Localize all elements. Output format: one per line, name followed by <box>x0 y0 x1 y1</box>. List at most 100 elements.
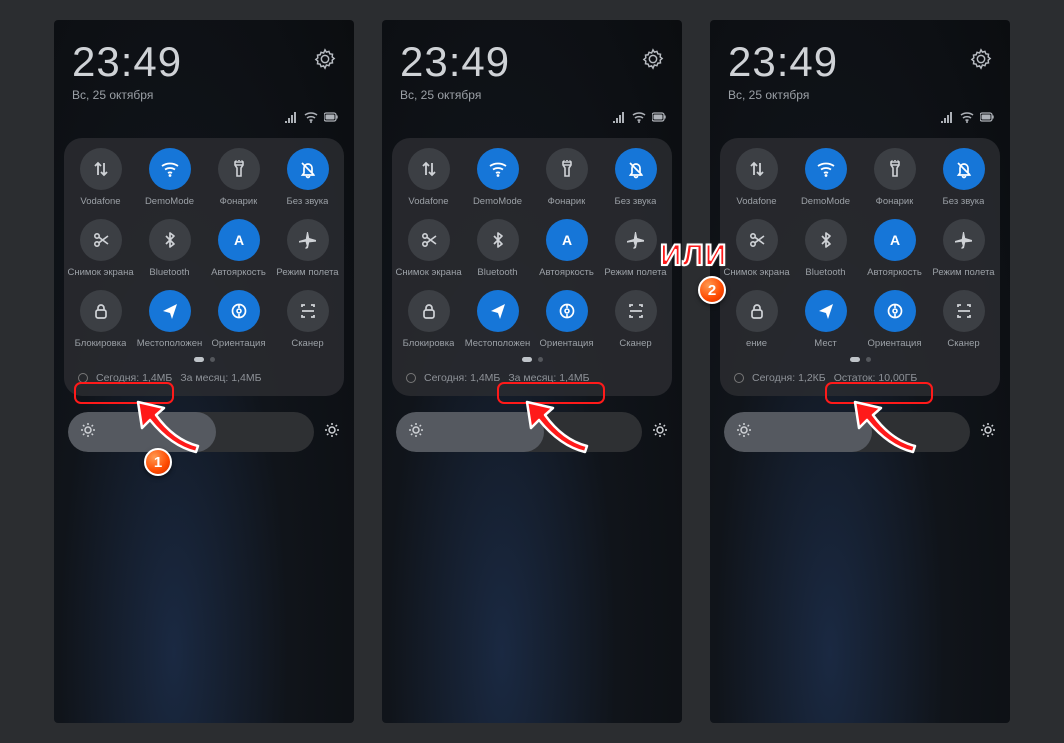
qs-tile-label: DemoMode <box>473 196 522 207</box>
settings-gear-icon[interactable] <box>642 48 664 75</box>
rotate-icon <box>874 290 916 332</box>
data-arrows-icon <box>408 148 450 190</box>
bell-off-icon <box>615 148 657 190</box>
settings-gear-icon[interactable] <box>970 48 992 75</box>
auto-a-icon <box>874 219 916 261</box>
wifi-status-icon <box>632 110 646 128</box>
qs-tile-label: Фонарик <box>876 196 914 207</box>
qs-tile-data-arrows[interactable]: Vodafone <box>394 148 463 207</box>
qs-tile-flashlight[interactable]: Фонарик <box>204 148 273 207</box>
qs-tile-lock[interactable]: ение <box>722 290 791 349</box>
qs-tile-label: Без звука <box>615 196 657 207</box>
clock-time: 23:49 <box>400 38 642 86</box>
data-usage-row[interactable]: Сегодня: 1,4МБ За месяц: 1,4МБ <box>66 362 342 384</box>
brightness-slider[interactable] <box>396 412 642 452</box>
qs-tile-label: Vodafone <box>80 196 120 207</box>
signal-icon <box>612 110 626 128</box>
clock-date: Вс, 25 октября <box>728 88 970 102</box>
qs-tile-bell-off[interactable]: Без звука <box>273 148 342 207</box>
bluetooth-icon <box>477 219 519 261</box>
data-usage-today: Сегодня: 1,2КБ <box>752 372 826 384</box>
data-usage-today: Сегодня: 1,4МБ <box>96 372 172 384</box>
lock-icon <box>80 290 122 332</box>
qs-tile-flashlight[interactable]: Фонарик <box>532 148 601 207</box>
qs-tile-label: Мест <box>814 338 836 349</box>
airplane-icon <box>287 219 329 261</box>
bell-off-icon <box>943 148 985 190</box>
qs-tile-label: Снимок экрана <box>396 267 462 278</box>
qs-tile-bluetooth[interactable]: Bluetooth <box>791 219 860 278</box>
status-bar <box>54 108 354 134</box>
qs-tile-label: Блокировка <box>75 338 127 349</box>
qs-tile-bluetooth[interactable]: Bluetooth <box>135 219 204 278</box>
data-usage-row[interactable]: Сегодня: 1,2КБ Остаток: 10,00ГБ <box>722 362 998 384</box>
qs-tile-location[interactable]: Местоположен <box>135 290 204 349</box>
auto-a-icon <box>218 219 260 261</box>
qs-tile-label: Снимок экрана <box>68 267 134 278</box>
quick-settings-panel: Vodafone DemoMode Фонарик Без звука Сним… <box>392 138 672 396</box>
qs-tile-label: Местоположен <box>137 338 203 349</box>
qs-tile-auto-a[interactable]: Автояркость <box>860 219 929 278</box>
qs-tile-label: Vodafone <box>736 196 776 207</box>
airplane-icon <box>615 219 657 261</box>
qs-tile-label: Ориентация <box>540 338 594 349</box>
qs-tile-label: Без звука <box>943 196 985 207</box>
flashlight-icon <box>874 148 916 190</box>
qs-tile-rotate[interactable]: Ориентация <box>860 290 929 349</box>
rotate-icon <box>546 290 588 332</box>
qs-tile-data-arrows[interactable]: Vodafone <box>66 148 135 207</box>
lock-icon <box>736 290 778 332</box>
qs-tile-scissors[interactable]: Снимок экрана <box>722 219 791 278</box>
wifi-icon <box>477 148 519 190</box>
qs-tile-auto-a[interactable]: Автояркость <box>204 219 273 278</box>
qs-tile-label: Сканер <box>619 338 651 349</box>
qs-tile-label: DemoMode <box>145 196 194 207</box>
auto-brightness-icon[interactable] <box>324 422 340 443</box>
brightness-slider[interactable] <box>68 412 314 452</box>
qs-tile-rotate[interactable]: Ориентация <box>532 290 601 349</box>
qs-tile-lock[interactable]: Блокировка <box>66 290 135 349</box>
qs-tile-auto-a[interactable]: Автояркость <box>532 219 601 278</box>
qs-tile-rotate[interactable]: Ориентация <box>204 290 273 349</box>
scissors-icon <box>408 219 450 261</box>
data-usage-row[interactable]: Сегодня: 1,4МБ За месяц: 1,4МБ <box>394 362 670 384</box>
qs-tile-label: Bluetooth <box>805 267 845 278</box>
qs-tile-scan[interactable]: Сканер <box>601 290 670 349</box>
qs-tile-bluetooth[interactable]: Bluetooth <box>463 219 532 278</box>
phone-screen-1: 23:49 Вс, 25 октября Vodafone DemoMode Ф… <box>54 20 354 723</box>
flashlight-icon <box>218 148 260 190</box>
clock-date: Вс, 25 октября <box>400 88 642 102</box>
settings-gear-icon[interactable] <box>314 48 336 75</box>
auto-brightness-icon[interactable] <box>980 422 996 443</box>
qs-tile-wifi[interactable]: DemoMode <box>463 148 532 207</box>
qs-tile-scan[interactable]: Сканер <box>929 290 998 349</box>
qs-tile-bell-off[interactable]: Без звука <box>929 148 998 207</box>
qs-tile-lock[interactable]: Блокировка <box>394 290 463 349</box>
qs-tile-scan[interactable]: Сканер <box>273 290 342 349</box>
auto-brightness-icon[interactable] <box>652 422 668 443</box>
qs-tile-wifi[interactable]: DemoMode <box>791 148 860 207</box>
qs-tile-label: DemoMode <box>801 196 850 207</box>
qs-tile-airplane[interactable]: Режим полета <box>273 219 342 278</box>
qs-tile-label: Ориентация <box>868 338 922 349</box>
qs-tile-bell-off[interactable]: Без звука <box>601 148 670 207</box>
qs-tile-location[interactable]: Местоположен <box>463 290 532 349</box>
qs-tile-scissors[interactable]: Снимок экрана <box>66 219 135 278</box>
qs-tile-wifi[interactable]: DemoMode <box>135 148 204 207</box>
qs-tile-airplane[interactable]: Режим полета <box>929 219 998 278</box>
data-indicator-icon <box>406 373 416 383</box>
bluetooth-icon <box>149 219 191 261</box>
brightness-slider[interactable] <box>724 412 970 452</box>
battery-icon <box>980 110 994 128</box>
location-icon <box>805 290 847 332</box>
qs-tile-scissors[interactable]: Снимок экрана <box>394 219 463 278</box>
qs-tile-label: Снимок экрана <box>724 267 790 278</box>
qs-tile-flashlight[interactable]: Фонарик <box>860 148 929 207</box>
clock-date: Вс, 25 октября <box>72 88 314 102</box>
qs-tile-data-arrows[interactable]: Vodafone <box>722 148 791 207</box>
qs-tile-label: Блокировка <box>403 338 455 349</box>
qs-tile-location[interactable]: Мест <box>791 290 860 349</box>
qs-tile-label: Сканер <box>947 338 979 349</box>
clock-time: 23:49 <box>72 38 314 86</box>
auto-a-icon <box>546 219 588 261</box>
